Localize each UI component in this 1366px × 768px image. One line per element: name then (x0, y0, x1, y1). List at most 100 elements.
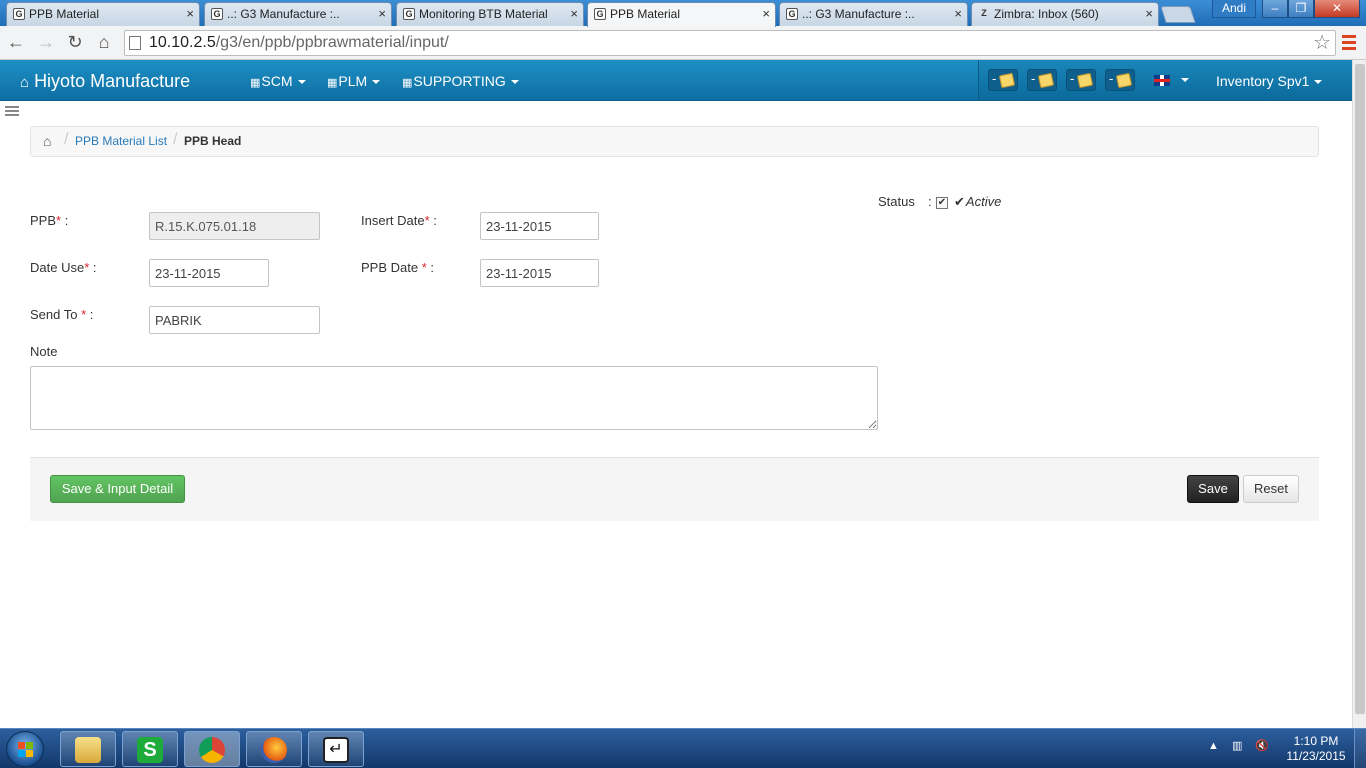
browser-tab[interactable]: G PPB Material × (6, 2, 200, 26)
taskbar-clock[interactable]: 1:10 PM 11/23/2015 (1286, 734, 1346, 764)
tab-title: PPB Material (29, 7, 100, 21)
tab-favicon-icon: Z (981, 8, 987, 18)
network-icon[interactable]: ▥ (1232, 740, 1242, 752)
start-button[interactable] (6, 731, 44, 767)
status-colon: : (928, 194, 932, 209)
browser-toolbar: ← → ↻ ⌂ 10.10.2.5/g3/en/ppb/ppbrawmateri… (0, 26, 1366, 60)
tab-title: ..: G3 Manufacture :.. (802, 7, 915, 21)
browser-user-badge[interactable]: Andi (1212, 0, 1256, 18)
save-and-input-detail-button[interactable]: Save & Input Detail (50, 475, 185, 503)
tray-expand-icon[interactable]: ▲ (1208, 740, 1219, 752)
forward-arrow-icon[interactable]: → (34, 31, 58, 55)
browser-menu-icon[interactable] (1342, 35, 1356, 51)
uk-flag-icon (1154, 75, 1170, 86)
brand-link[interactable]: ⌂ Hiyoto Manufacture (20, 71, 190, 92)
caret-down-icon (1314, 80, 1323, 85)
caret-down-icon (1181, 78, 1189, 82)
browser-tab-strip: G PPB Material × G ..: G3 Manufacture :.… (0, 0, 1366, 27)
firefox-icon (261, 737, 287, 763)
volume-muted-icon[interactable]: 🔇 (1255, 740, 1269, 752)
tab-title: Zimbra: Inbox (560) (994, 7, 1099, 21)
browser-tab[interactable]: G ..: G3 Manufacture :.. × (204, 2, 392, 26)
status-value: ✔Active (954, 194, 1002, 209)
taskbar-chrome[interactable] (184, 731, 240, 767)
form-actions: Save & Input Detail Save Reset (30, 457, 1319, 521)
send-to-field[interactable] (149, 306, 320, 334)
insert-date-field[interactable] (480, 212, 599, 240)
breadcrumb-current: PPB Head (184, 134, 242, 148)
new-tab-button[interactable] (1160, 6, 1196, 23)
tab-close-icon[interactable]: × (762, 3, 770, 25)
menu-scm[interactable]: ▦ SCM (250, 73, 306, 89)
back-arrow-icon[interactable]: ← (4, 31, 28, 55)
grid-icon: ▦ (327, 77, 337, 89)
close-window-button[interactable]: ✕ (1314, 0, 1360, 18)
notification-button[interactable]: - (1105, 69, 1135, 91)
breadcrumb-separator: / (64, 131, 69, 148)
save-button[interactable]: Save (1187, 475, 1239, 503)
taskbar-explorer[interactable] (60, 731, 116, 767)
tab-close-icon[interactable]: × (378, 3, 386, 25)
browser-tab-active[interactable]: G PPB Material × (587, 2, 776, 27)
taskbar-firefox[interactable] (246, 731, 302, 767)
browser-tab[interactable]: G ..: G3 Manufacture :.. × (779, 2, 968, 26)
scrollbar-thumb[interactable] (1355, 64, 1365, 714)
ppb-label: PPB* : (30, 213, 69, 228)
app-navbar: ⌂ Hiyoto Manufacture ▦ SCM ▦ PLM ▦ SUPPORTIN… (0, 60, 1352, 101)
enter-key-icon: ↵ (323, 737, 349, 763)
date-use-field[interactable] (149, 259, 269, 287)
send-to-label: Send To * : (30, 307, 94, 322)
breadcrumb-ppb-material-list[interactable]: PPB Material List (75, 134, 167, 148)
show-desktop-button[interactable] (1354, 729, 1366, 768)
notification-button[interactable]: - (1066, 69, 1096, 91)
status-label: Status (878, 194, 915, 209)
package-icon (998, 72, 1016, 89)
tab-favicon-icon: G (211, 8, 223, 20)
tab-favicon-icon: G (786, 8, 798, 20)
tab-favicon-icon: G (403, 8, 415, 20)
address-bar[interactable]: 10.10.2.5/g3/en/ppb/ppbrawmaterial/input… (124, 30, 1336, 56)
windows-taskbar: S ↵ ▲ ▥ 🔇 1:10 PM 11/23/2015 (0, 728, 1366, 768)
browser-tab[interactable]: G Monitoring BTB Material × (396, 2, 584, 26)
note-textarea[interactable] (30, 366, 878, 430)
system-tray: ▲ ▥ 🔇 (1208, 739, 1269, 752)
tab-close-icon[interactable]: × (570, 3, 578, 25)
grid-icon: ▦ (250, 77, 260, 89)
menu-plm[interactable]: ▦ PLM (327, 73, 381, 89)
package-icon (1115, 72, 1133, 89)
status-checkbox[interactable]: ✔ (936, 197, 948, 209)
breadcrumb-separator: / (173, 131, 178, 148)
tab-close-icon[interactable]: × (186, 3, 194, 25)
ppb-field[interactable] (149, 212, 320, 240)
minimize-button[interactable]: – (1262, 0, 1288, 18)
tab-favicon-icon: G (594, 8, 606, 20)
url-text[interactable]: 10.10.2.5/g3/en/ppb/ppbrawmaterial/input… (149, 34, 449, 52)
caret-down-icon (372, 80, 381, 85)
home-icon[interactable]: ⌂ (43, 133, 51, 149)
menu-supporting[interactable]: ▦ SUPPORTING (402, 73, 519, 89)
page-scrollbar[interactable] (1352, 60, 1366, 728)
reload-icon[interactable]: ↻ (63, 31, 87, 55)
browser-tab[interactable]: Z Zimbra: Inbox (560) × (971, 2, 1159, 26)
reset-button[interactable]: Reset (1243, 475, 1299, 503)
sidebar-toggle-icon[interactable] (5, 106, 19, 116)
notification-button[interactable]: - (988, 69, 1018, 91)
tab-close-icon[interactable]: × (1145, 3, 1153, 25)
taskbar-remote[interactable]: ↵ (308, 731, 364, 767)
breadcrumb: ⌂ / PPB Material List / PPB Head (30, 126, 1319, 157)
bookmark-star-icon[interactable]: ☆ (1313, 31, 1331, 55)
tab-close-icon[interactable]: × (954, 3, 962, 25)
tab-title: Monitoring BTB Material (419, 7, 548, 21)
notification-button[interactable]: - (1027, 69, 1057, 91)
check-icon: ✔ (954, 194, 965, 209)
ppb-date-label: PPB Date * : (361, 260, 435, 275)
user-menu[interactable]: Inventory Spv1 (1216, 73, 1323, 89)
home-icon[interactable]: ⌂ (92, 31, 116, 55)
language-selector[interactable] (1146, 69, 1189, 91)
note-label: Note (30, 344, 58, 359)
ppb-date-field[interactable] (480, 259, 599, 287)
taskbar-app-s[interactable]: S (122, 731, 178, 767)
chrome-icon (199, 737, 225, 763)
folder-icon (75, 737, 101, 763)
maximize-button[interactable]: ❐ (1288, 0, 1314, 18)
